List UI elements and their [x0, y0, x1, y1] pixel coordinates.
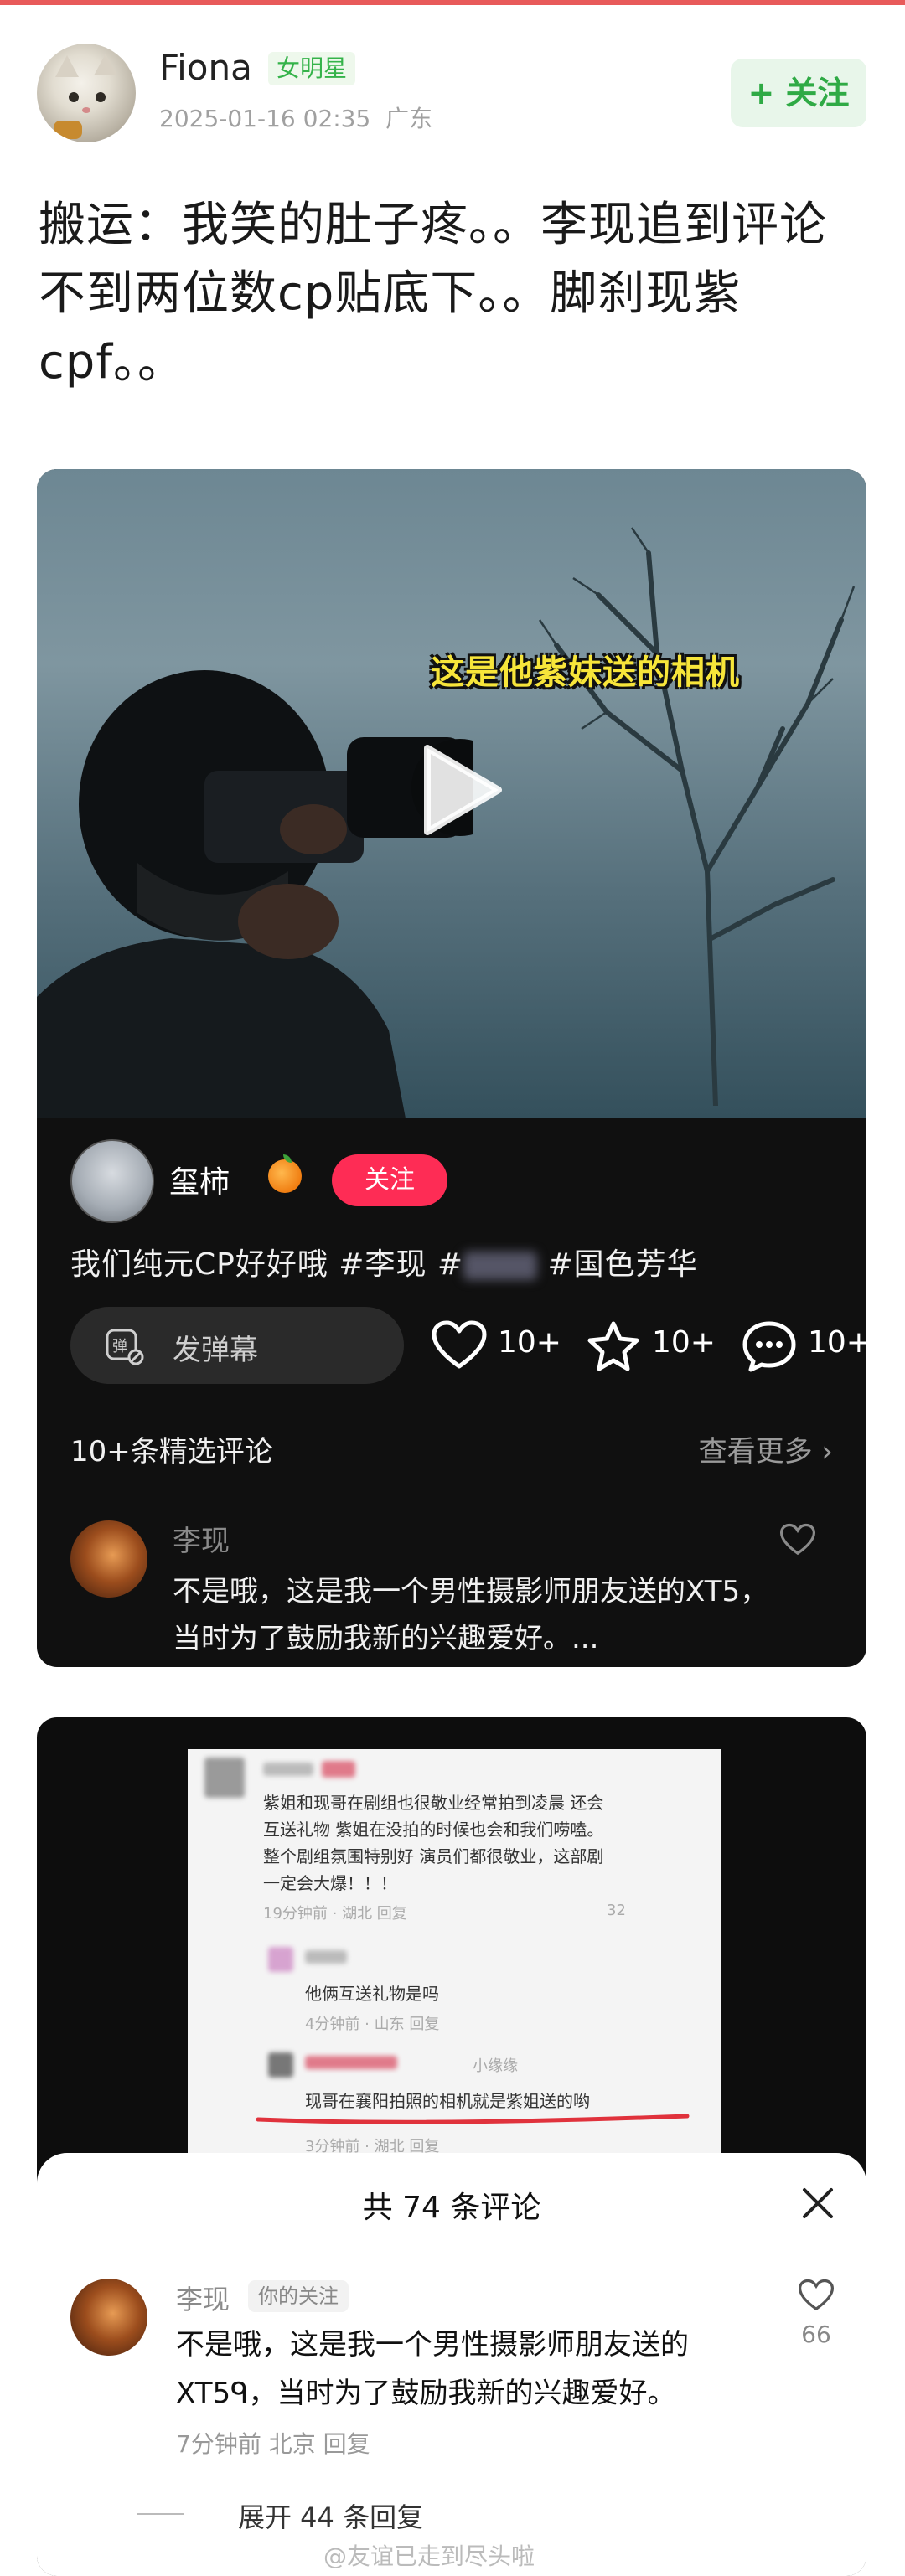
video-description-tail: #国色芳华: [537, 1247, 698, 1282]
inner-comment-1-line1: 紫姐和现哥在剧组也很敬业经常拍到凌晨 还会: [263, 1793, 604, 1813]
inner-comment-2-text: 他俩互送礼物是吗: [305, 1984, 439, 2004]
comment-sheet: 共 74 条评论 李现 你的关注 不是哦，这是我一个男性摄影师朋友送的XT5ᑫ，…: [37, 2153, 866, 2576]
inner-comment-2-meta: 4分钟前 · 山东 回复: [305, 2016, 440, 2033]
post-body-text: 搬运：我笑的肚子疼。。李现追到评论不到两位数cp贴底下。。脚刹现紫cpf。。: [39, 198, 827, 390]
video-overlay-caption: 这是他紫妹送的相机: [431, 653, 740, 692]
comment-author[interactable]: 李现: [173, 1518, 230, 1559]
inner-comment-screenshot: 紫姐和现哥在剧组也很敬业经常拍到凌晨 还会 互送礼物 紫姐在没拍的时候也会和我们…: [188, 1749, 721, 2202]
svg-text:弹: 弹: [112, 1338, 127, 1355]
embedded-video-card[interactable]: 这是他紫妹送的相机 玺柿 关注 我们纯元CP好好哦 #李现 # #国色芳华 弹 …: [37, 469, 866, 1667]
sheet-comment-text: 不是哦，这是我一个男性摄影师朋友送的XT5ᑫ，当时为了鼓励我新的兴趣爱好。: [176, 2328, 689, 2410]
inner-comment-1-line2: 互送礼物 紫姐在没拍的时候也会和我们唠嗑。: [263, 1820, 604, 1840]
inner-comment-1-meta: 19分钟前 · 湖北 回复: [263, 1905, 407, 1923]
play-icon[interactable]: [402, 736, 511, 844]
sheet-like-count: 66: [801, 2320, 831, 2348]
comment-bubble-icon: [742, 1321, 796, 1372]
favorite-count: 10+: [652, 1325, 716, 1360]
star-icon: [587, 1321, 639, 1371]
tree-silhouette: [538, 527, 856, 1106]
sheet-comment-avatar[interactable]: [70, 2279, 147, 2356]
author-name[interactable]: Fiona: [159, 47, 252, 88]
expand-divider: [137, 2513, 184, 2515]
expand-replies-button[interactable]: 展开 44 条回复: [238, 2496, 423, 2535]
video-author-row: 玺柿 关注: [70, 1139, 841, 1223]
source-watermark: @友谊已走到尽头啦: [323, 2542, 535, 2570]
comment-like-icon[interactable]: [779, 1523, 816, 1556]
danmu-input[interactable]: 弹 发弹幕: [70, 1307, 404, 1384]
comment-sheet-title: 共 74 条评论: [362, 2191, 541, 2225]
close-icon[interactable]: [801, 2186, 835, 2220]
post-location: 广东: [385, 105, 433, 132]
featured-comments-header: 10+条精选评论: [70, 1435, 273, 1469]
video-follow-button[interactable]: 关注: [332, 1154, 447, 1206]
sheet-comment-meta: 7分钟前 北京 回复: [176, 2430, 370, 2458]
inner-comment-1-likes: 32: [607, 1902, 626, 1919]
following-tag: 你的关注: [248, 2280, 349, 2312]
sheet-comment-author[interactable]: 李现: [176, 2279, 230, 2317]
orange-emoji-icon: [268, 1154, 302, 1193]
video-description: 我们纯元CP好好哦 #李现 # #国色芳华: [70, 1240, 698, 1283]
red-underline-mark: [256, 2114, 690, 2124]
heart-icon: [432, 1320, 487, 1369]
danmu-icon: 弹: [106, 1329, 144, 1365]
inner-comment-3-name: 小缘缘: [473, 2057, 518, 2075]
sheet-like-button[interactable]: 66: [791, 2279, 841, 2348]
author-avatar[interactable]: [37, 44, 136, 142]
inner-comment-1-line4: 一定会大爆！！！: [263, 1873, 397, 1893]
blurred-hashtag: [463, 1252, 538, 1280]
comment-count: 10+: [808, 1325, 866, 1360]
danmu-label: 发弹幕: [173, 1334, 258, 1367]
video-description-text: 我们纯元CP好好哦 #李现 #: [70, 1247, 464, 1282]
video-thumbnail[interactable]: 这是他紫妹送的相机: [37, 469, 866, 1118]
video-author-avatar[interactable]: [70, 1139, 154, 1223]
comment-screenshot-card: 紫姐和现哥在剧组也很敬业经常拍到凌晨 还会 互送礼物 紫姐在没拍的时候也会和我们…: [37, 1717, 866, 2576]
post-meta: 2025-01-16 02:35 广东: [159, 101, 432, 134]
person-with-camera: [37, 670, 473, 1118]
follow-button[interactable]: + 关注: [731, 59, 866, 127]
video-author-name[interactable]: 玺柿: [169, 1158, 230, 1201]
author-badge: 女明星: [268, 52, 356, 85]
comment-text: 不是哦，这是我一个男性摄影师朋友送的XT5，当时为了鼓励我新的兴趣爱好。...: [173, 1575, 769, 1655]
inner-comment-1-line3: 整个剧组氛围特别好 演员们都很敬业，这部剧: [263, 1846, 604, 1866]
like-count: 10+: [498, 1325, 561, 1360]
comment-avatar[interactable]: [70, 1520, 147, 1598]
post-datetime: 2025-01-16 02:35: [159, 105, 371, 132]
top-accent-bar: [0, 0, 905, 5]
see-more-link[interactable]: 查看更多 ›: [699, 1428, 833, 1469]
heart-outline-icon: [798, 2279, 835, 2311]
